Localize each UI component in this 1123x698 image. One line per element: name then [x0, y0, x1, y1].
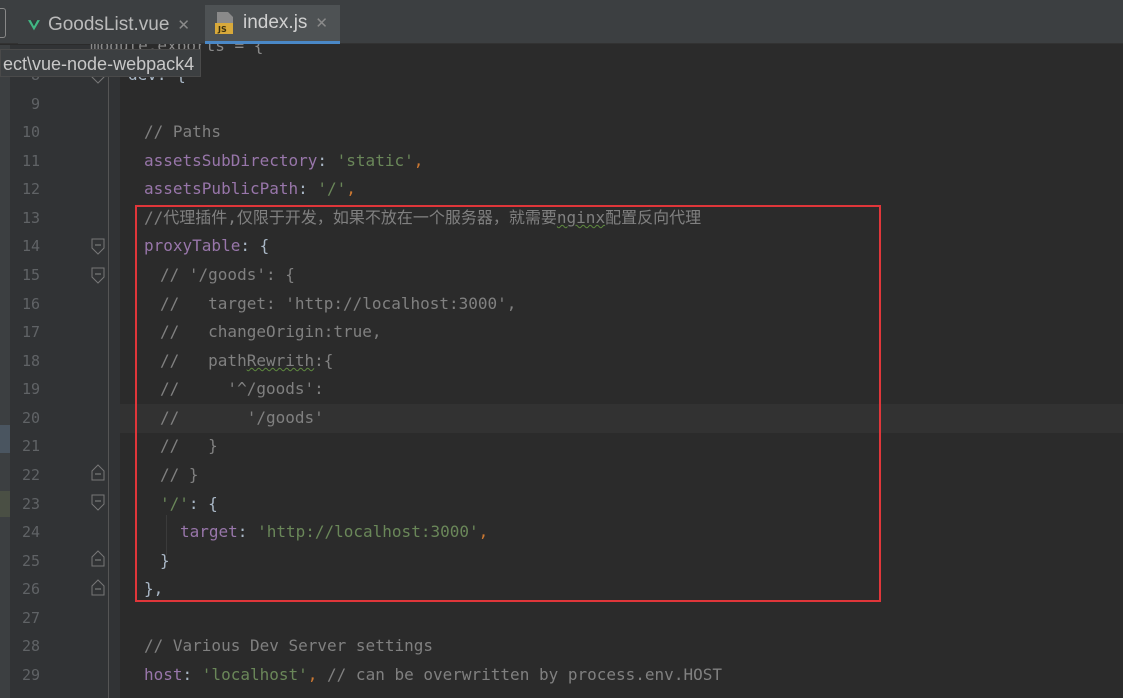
tab-goodslist-vue[interactable]: GoodsList.vue ✕: [18, 5, 200, 44]
line-number: 21: [21, 437, 40, 455]
strip-marker: [0, 491, 10, 517]
line-number: 29: [21, 666, 40, 684]
code-line-10: // Paths: [144, 118, 221, 147]
comment-text: // can be overwritten by process.env.HOS…: [327, 665, 722, 684]
string-value: 'static': [336, 151, 414, 170]
line-number: 14: [21, 237, 40, 255]
line-number: 15: [21, 266, 40, 284]
fold-close-icon[interactable]: [90, 463, 106, 481]
highlight-annotation-box: [135, 205, 881, 602]
line-number: 20: [21, 409, 40, 427]
line-number: 19: [21, 380, 40, 398]
fold-close-icon[interactable]: [90, 549, 106, 567]
line-number: 18: [21, 352, 40, 370]
code-line-28: // Various Dev Server settings: [144, 632, 433, 661]
code-line-12: assetsPublicPath: '/',: [144, 179, 356, 198]
line-number: 9: [30, 95, 40, 113]
tab-index-js[interactable]: JS index.js ✕: [205, 5, 340, 44]
line-number: 28: [21, 637, 40, 655]
fold-open-icon[interactable]: [90, 494, 106, 512]
line-number: 26: [21, 580, 40, 598]
line-number: 25: [21, 552, 40, 570]
line-number: 27: [21, 609, 40, 627]
string-value: '/': [317, 179, 347, 198]
strip-marker: [0, 425, 10, 453]
string-value: 'localhost': [201, 665, 308, 684]
js-file-icon: JS: [215, 12, 233, 34]
line-number: 23: [21, 495, 40, 513]
comment-text: // Various Dev Server settings: [144, 636, 433, 655]
editor-tab-bar: GoodsList.vue ✕ JS index.js ✕: [0, 0, 1123, 44]
left-tool-strip: [0, 45, 10, 698]
code-line-29: host: 'localhost', // can be overwritten…: [144, 665, 722, 684]
close-icon[interactable]: ✕: [315, 14, 328, 32]
tab-scroll-left[interactable]: [0, 8, 6, 38]
line-number: 12: [21, 180, 40, 198]
fold-open-icon[interactable]: [90, 267, 106, 285]
code-line-11: assetsSubDirectory: 'static',: [144, 151, 424, 170]
line-number: 24: [21, 523, 40, 541]
fold-close-icon[interactable]: [90, 578, 106, 596]
project-path-tooltip: ect\vue-node-webpack4: [0, 49, 202, 77]
line-number: 17: [21, 323, 40, 341]
svg-text:JS: JS: [217, 25, 227, 34]
code-editor[interactable]: 8 9 10 11 12 13 14 15 16 17 18 19 20 21 …: [0, 45, 1123, 698]
line-number: 22: [21, 466, 40, 484]
vue-icon: [28, 19, 40, 30]
property-key: host: [144, 665, 183, 684]
line-number: 10: [21, 123, 40, 141]
gutter-divider: [108, 75, 109, 698]
property-key: assetsSubDirectory: [144, 151, 318, 170]
fold-open-icon[interactable]: [90, 238, 106, 256]
line-number: 16: [21, 295, 40, 313]
tab-label: GoodsList.vue: [47, 13, 170, 35]
line-number: 11: [21, 152, 40, 170]
line-number: 13: [21, 209, 40, 227]
tab-label: index.js: [243, 12, 308, 33]
comment-text: // Paths: [144, 122, 222, 141]
close-icon[interactable]: ✕: [177, 16, 190, 34]
property-key: assetsPublicPath: [144, 179, 299, 198]
